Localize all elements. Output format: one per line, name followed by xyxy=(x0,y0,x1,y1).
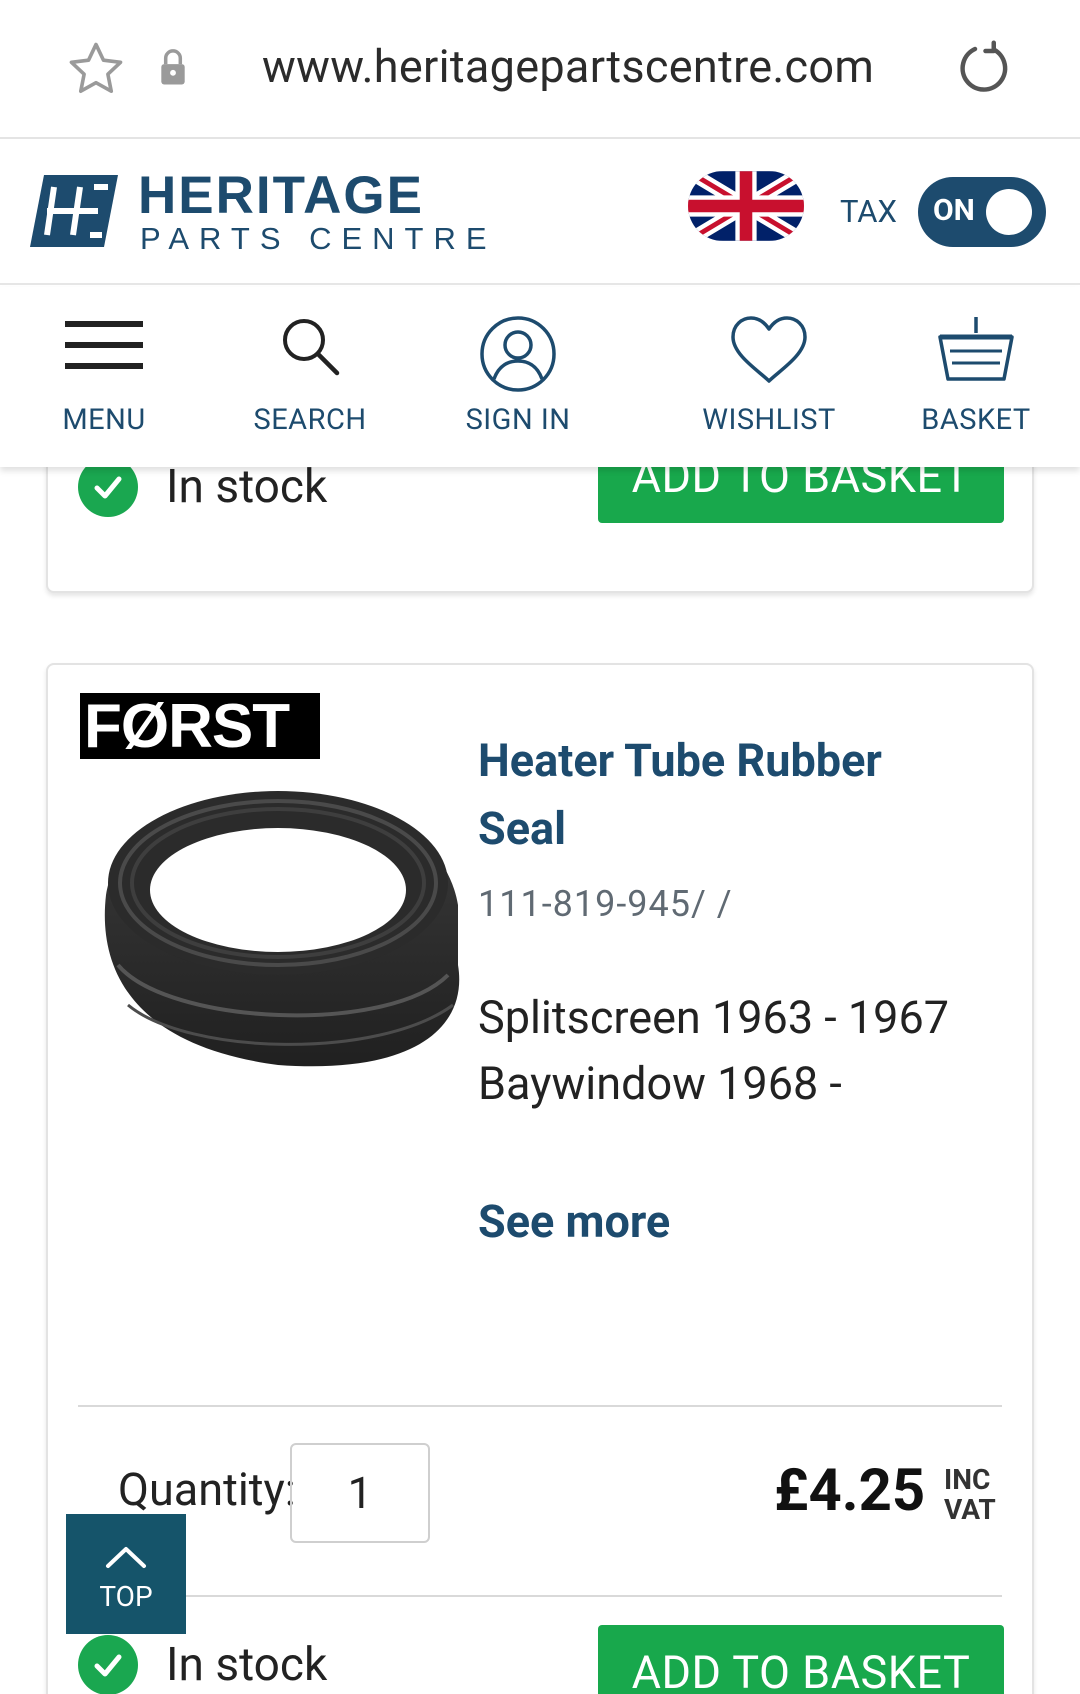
add-to-basket-button[interactable]: ADD TO BASKET xyxy=(598,467,1004,523)
check-icon xyxy=(78,1635,138,1694)
site-header: HERITAGE PARTS CENTRE TAX ON xyxy=(0,139,1080,285)
nav-basket[interactable]: BASKET xyxy=(906,287,1046,467)
stock-status: In stock xyxy=(78,1635,327,1694)
stock-status: In stock xyxy=(78,467,327,517)
nav-search-label: SEARCH xyxy=(253,403,367,437)
url-text[interactable]: www.heritagepartscentre.com xyxy=(262,40,874,93)
divider xyxy=(78,1595,1002,1597)
nav-wishlist-label: WISHLIST xyxy=(702,403,836,437)
nav-menu-label: MENU xyxy=(62,403,146,437)
nav-search[interactable]: SEARCH xyxy=(240,287,380,467)
product-fitment: Splitscreen 1963 - 1967 Baywindow 1968 - xyxy=(478,985,958,1117)
back-to-top-label: TOP xyxy=(99,1580,153,1613)
product-list: In stock ADD TO BASKET FØRST Heater Tube… xyxy=(0,467,1080,1694)
bookmark-star-icon[interactable] xyxy=(64,38,128,100)
divider xyxy=(78,1405,1002,1407)
product-price: £4.25 xyxy=(774,1457,926,1525)
brand-logo: FØRST xyxy=(80,692,320,761)
vat-note: INC VAT xyxy=(944,1465,996,1525)
add-to-basket-button[interactable]: ADD TO BASKET xyxy=(598,1625,1004,1694)
fitment-line-2: Baywindow 1968 - xyxy=(478,1057,842,1110)
product-code: 111-819-945/ / xyxy=(478,883,733,925)
nav-sign-in-label: SIGN IN xyxy=(465,403,571,437)
browser-url-bar: www.heritagepartscentre.com xyxy=(0,0,1080,139)
nav-menu[interactable]: MENU xyxy=(40,287,168,467)
fitment-line-1: Splitscreen 1963 - 1967 xyxy=(478,991,950,1044)
stock-text: In stock xyxy=(166,467,328,514)
tax-label: TAX xyxy=(840,193,897,230)
stock-text: In stock xyxy=(166,1638,328,1692)
logo-title[interactable]: HERITAGE xyxy=(138,165,424,226)
search-icon xyxy=(283,319,340,376)
back-to-top-button[interactable]: TOP xyxy=(66,1514,186,1634)
vat-line-2: VAT xyxy=(944,1493,996,1526)
nav-wishlist[interactable]: WISHLIST xyxy=(690,287,848,467)
quantity-input[interactable]: 1 xyxy=(290,1443,430,1543)
heart-icon xyxy=(731,316,807,383)
chevron-up-icon xyxy=(106,1547,146,1568)
product-title[interactable]: Heater Tube Rubber Seal xyxy=(478,727,948,863)
heritage-logo-mark-icon[interactable] xyxy=(30,175,118,247)
vat-line-1: INC xyxy=(944,1463,991,1496)
tax-toggle-state: ON xyxy=(933,193,975,228)
nav-basket-label: BASKET xyxy=(921,403,1031,437)
product-card-previous: In stock ADD TO BASKET xyxy=(46,467,1034,593)
check-icon xyxy=(78,467,138,517)
uk-flag-icon[interactable] xyxy=(688,171,804,241)
lock-icon xyxy=(161,49,185,85)
quantity-label: Quantity: xyxy=(118,1463,296,1516)
logo-subtitle: PARTS CENTRE xyxy=(140,221,497,256)
nav-sign-in[interactable]: SIGN IN xyxy=(450,287,586,467)
hamburger-menu-icon xyxy=(65,321,143,369)
user-account-icon xyxy=(480,316,556,392)
product-card: FØRST Heater Tube Rubber Seal 111-819-94… xyxy=(46,663,1034,1694)
brand-name: FØRST xyxy=(84,692,290,761)
see-more-link[interactable]: See more xyxy=(478,1195,670,1248)
toggle-knob xyxy=(986,189,1032,235)
basket-icon xyxy=(938,317,1014,381)
tax-toggle[interactable]: ON xyxy=(918,177,1046,247)
reload-icon[interactable] xyxy=(955,38,1015,100)
main-nav: MENU SEARCH SIGN IN WISHLIST BASKET xyxy=(0,287,1080,467)
product-image[interactable] xyxy=(88,765,468,1095)
